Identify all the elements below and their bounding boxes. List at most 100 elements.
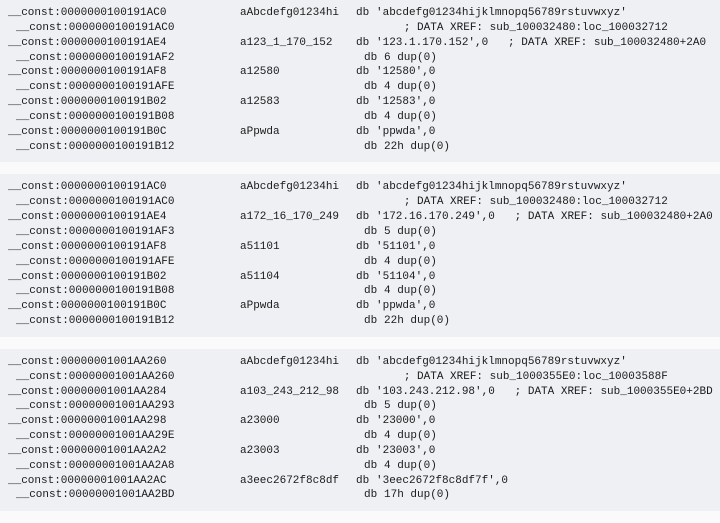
db-keyword: db: [364, 110, 384, 125]
db-keyword: db: [356, 36, 376, 51]
data-value: 22h dup(0): [384, 314, 450, 329]
db-keyword: db: [356, 6, 376, 21]
db-keyword: db: [356, 444, 376, 459]
disasm-row: __const:0000000100191B08 db4 dup(0): [8, 284, 712, 299]
symbol-name: aPpwda: [240, 299, 356, 314]
data-value: '51101',0: [376, 240, 435, 255]
db-keyword: db: [356, 125, 376, 140]
disasm-row: __const:00000001001AA260 ; DATA XREF: su…: [8, 370, 712, 385]
disasm-row: __const:0000000100191B0CaPpwdadb'ppwda',…: [8, 125, 712, 140]
data-value: '23003',0: [376, 444, 435, 459]
symbol-name: aAbcdefg01234hi: [240, 180, 356, 195]
address-label: __const:00000001001AA29E: [8, 429, 248, 444]
data-value: 4 dup(0): [384, 255, 437, 270]
disassembly-view: __const:0000000100191AC0aAbcdefg01234hid…: [0, 0, 720, 511]
symbol-name: a23003: [240, 444, 356, 459]
address-label: __const:0000000100191B0C: [8, 299, 240, 314]
address-label: __const:00000001001AA260: [8, 355, 240, 370]
db-keyword: db: [364, 51, 384, 66]
disasm-row: __const:0000000100191AE4a123_1_170_152db…: [8, 36, 712, 51]
symbol-name: a12580: [240, 65, 356, 80]
data-value: 'abcdefg01234hijklmnopq56789rstuvwxyz': [376, 6, 627, 21]
db-keyword: db: [364, 80, 384, 95]
address-label: __const:0000000100191AFE: [8, 80, 248, 95]
disasm-row: __const:00000001001AA298a23000db'23000',…: [8, 414, 712, 429]
data-value: 5 dup(0): [384, 399, 437, 414]
disasm-row: __const:00000001001AA2A2a23003db'23003',…: [8, 444, 712, 459]
address-label: __const:00000001001AA2A8: [8, 459, 248, 474]
db-keyword: db: [356, 474, 376, 489]
address-label: __const:0000000100191B12: [8, 140, 248, 155]
symbol-name: a3eec2672f8c8df: [240, 474, 356, 489]
symbol-name: a103_243_212_98: [240, 385, 356, 400]
address-label: __const:00000001001AA2AC: [8, 474, 240, 489]
disasm-row: __const:00000001001AA2BD db17h dup(0): [8, 488, 712, 503]
data-value: 5 dup(0): [384, 225, 437, 240]
db-keyword: db: [364, 488, 384, 503]
data-value: '23000',0: [376, 414, 435, 429]
disasm-row: __const:00000001001AA284a103_243_212_98d…: [8, 385, 712, 400]
disasm-row: __const:0000000100191B02a51104db'51104',…: [8, 270, 712, 285]
data-value: 'abcdefg01234hijklmnopq56789rstuvwxyz': [376, 180, 627, 195]
disasm-row: __const:0000000100191B12 db22h dup(0): [8, 314, 712, 329]
db-keyword: db: [364, 429, 384, 444]
address-label: __const:0000000100191AF2: [8, 51, 248, 66]
db-keyword: db: [356, 180, 376, 195]
disasm-row: __const:00000001001AA2A8 db4 dup(0): [8, 459, 712, 474]
data-value: 4 dup(0): [384, 80, 437, 95]
db-keyword: db: [364, 284, 384, 299]
address-label: __const:0000000100191B12: [8, 314, 248, 329]
address-label: __const:0000000100191AC0: [8, 195, 248, 210]
address-label: __const:0000000100191B0C: [8, 125, 240, 140]
data-xref: ; DATA XREF: sub_100032480:loc_100032712: [404, 196, 668, 208]
data-value: 17h dup(0): [384, 488, 450, 503]
disasm-row: __const:0000000100191B08 db4 dup(0): [8, 110, 712, 125]
address-label: __const:0000000100191B02: [8, 270, 240, 285]
db-keyword: db: [364, 225, 384, 240]
db-keyword: db: [356, 414, 376, 429]
data-value: 'abcdefg01234hijklmnopq56789rstuvwxyz': [376, 355, 627, 370]
address-label: __const:00000001001AA293: [8, 399, 248, 414]
data-value: 4 dup(0): [384, 110, 437, 125]
db-keyword: db: [356, 210, 376, 225]
data-xref: ; DATA XREF: sub_1000355E0+2BD: [515, 386, 713, 398]
symbol-name: aPpwda: [240, 125, 356, 140]
data-value: '123.1.170.152',0: [376, 36, 488, 51]
disasm-row: __const:0000000100191AFE db4 dup(0): [8, 80, 712, 95]
data-value: 4 dup(0): [384, 459, 437, 474]
data-value: 'ppwda',0: [376, 299, 435, 314]
data-value: '51104',0: [376, 270, 435, 285]
address-label: __const:0000000100191B08: [8, 110, 248, 125]
disasm-row: __const:0000000100191AF8a51101db'51101',…: [8, 240, 712, 255]
address-label: __const:0000000100191AC0: [8, 180, 240, 195]
db-keyword: db: [356, 299, 376, 314]
disasm-row: __const:0000000100191AC0aAbcdefg01234hid…: [8, 6, 712, 21]
address-label: __const:0000000100191AE4: [8, 210, 240, 225]
address-label: __const:0000000100191AE4: [8, 36, 240, 51]
address-label: __const:00000001001AA298: [8, 414, 240, 429]
address-label: __const:0000000100191AF8: [8, 65, 240, 80]
data-value: 'ppwda',0: [376, 125, 435, 140]
data-value: 4 dup(0): [384, 284, 437, 299]
disasm-row: __const:0000000100191AC0 ; DATA XREF: su…: [8, 21, 712, 36]
address-label: __const:0000000100191B02: [8, 95, 240, 110]
disasm-row: __const:0000000100191AF8a12580db'12580',…: [8, 65, 712, 80]
db-keyword: db: [364, 459, 384, 474]
data-value: '172.16.170.249',0: [376, 210, 495, 225]
db-keyword: db: [356, 95, 376, 110]
disasm-block: __const:0000000100191AC0aAbcdefg01234hid…: [0, 0, 720, 162]
disasm-row: __const:0000000100191AF3db5 dup(0): [8, 225, 712, 240]
symbol-name: a51101: [240, 240, 356, 255]
data-xref: ; DATA XREF: sub_100032480+2A0: [508, 37, 706, 49]
address-label: __const:0000000100191B08: [8, 284, 248, 299]
db-keyword: db: [364, 140, 384, 155]
address-label: __const:0000000100191AFE: [8, 255, 248, 270]
data-xref: ; DATA XREF: sub_100032480+2A0: [515, 211, 713, 223]
disasm-row: __const:0000000100191B02a12583db'12583',…: [8, 95, 712, 110]
address-label: __const:00000001001AA2BD: [8, 488, 248, 503]
disasm-row: __const:00000001001AA2ACa3eec2672f8c8dfd…: [8, 474, 712, 489]
disasm-row: __const:0000000100191B0CaPpwdadb'ppwda',…: [8, 299, 712, 314]
db-keyword: db: [364, 314, 384, 329]
disasm-row: __const:0000000100191AC0aAbcdefg01234hid…: [8, 180, 712, 195]
address-label: __const:00000001001AA284: [8, 385, 240, 400]
